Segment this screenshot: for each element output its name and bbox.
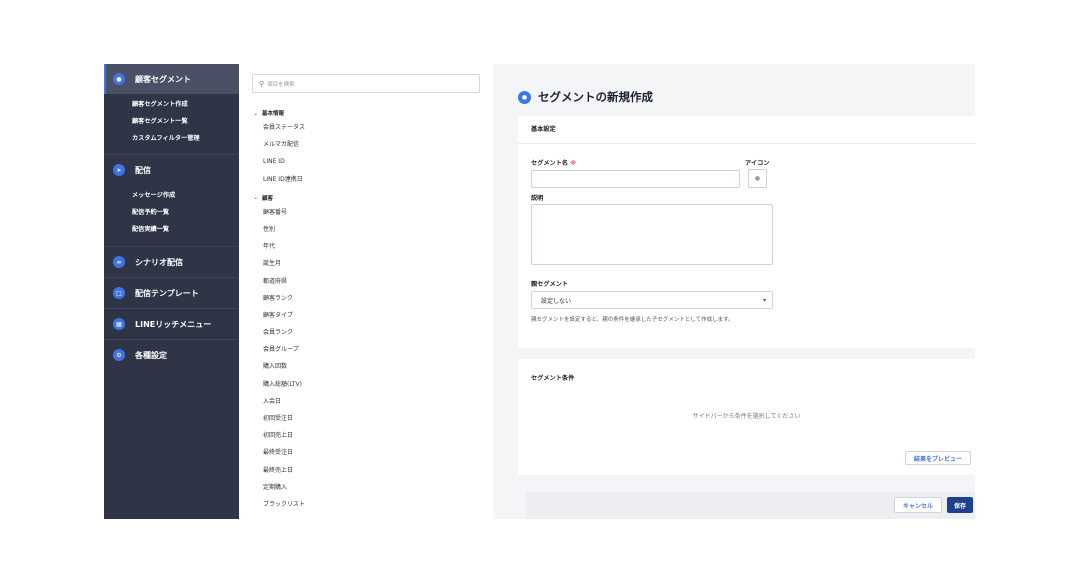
people-icon: ●	[518, 90, 531, 104]
parent-segment-select[interactable]: 設定しない ▾	[531, 291, 773, 309]
form-footer: キャンセル 保存	[526, 492, 975, 519]
field-item[interactable]: 最終売上日	[239, 462, 493, 479]
parent-segment-value: 設定しない	[541, 297, 572, 305]
basic-settings-card: 基本設定 セグメント名 ※ アイコン ● 説明 親セグメント 設定しない ▾ 親セ…	[518, 116, 975, 348]
required-mark: ※	[570, 160, 577, 167]
icon-label: アイコン	[745, 160, 770, 167]
field-item[interactable]: 年代	[239, 238, 493, 255]
nav-scenario-label: シナリオ配信	[135, 257, 183, 267]
people-icon: ●	[754, 175, 761, 182]
nav-group-segments: ● 顧客セグメント 顧客セグメント作成 顧客セグメント一覧 カスタムフィルター管…	[104, 64, 239, 155]
nav-group-scenario: ∞ シナリオ配信	[104, 247, 239, 278]
segment-conditions-heading: セグメント条件	[531, 375, 575, 382]
field-item[interactable]: ブラックリスト	[239, 496, 493, 513]
field-list: ⌄ 基本情報 会員ステータス メルマガ配信 LINE ID LINE ID連携日…	[239, 105, 493, 513]
chevron-down-icon: ▾	[762, 296, 766, 304]
nav-group-templates: □ 配信テンプレート	[104, 278, 239, 309]
gear-icon: ⚙	[113, 349, 125, 361]
nav-group-settings: ⚙ 各種設定	[104, 340, 239, 370]
field-item[interactable]: 最終受注日	[239, 444, 493, 461]
send-icon: ➤	[113, 164, 125, 176]
nav-item-segment-list[interactable]: 顧客セグメント一覧	[104, 113, 239, 130]
chevron-down-icon: ⌄	[253, 109, 259, 117]
description-textarea[interactable]	[531, 204, 773, 265]
category-basic[interactable]: ⌄ 基本情報	[239, 107, 493, 119]
segment-name-label-text: セグメント名	[531, 160, 569, 167]
nav-group-richmenu: ▦ LINEリッチメニュー	[104, 309, 239, 340]
description-label: 説明	[531, 195, 544, 202]
field-item[interactable]: LINE ID	[239, 153, 493, 170]
parent-segment-help: 親セグメントを設定すると、親の条件を継承した子セグメントとして作成します。	[531, 317, 734, 323]
field-item[interactable]: 初回売上日	[239, 427, 493, 444]
nav-settings-label: 各種設定	[135, 350, 167, 360]
nav-richmenu[interactable]: ▦ LINEリッチメニュー	[104, 309, 239, 339]
field-search-input[interactable]: ⚲ 項目を検索	[252, 74, 480, 93]
field-item[interactable]: 定期購入	[239, 479, 493, 496]
sidebar: ● 顧客セグメント 顧客セグメント作成 顧客セグメント一覧 カスタムフィルター管…	[104, 64, 239, 519]
field-item[interactable]: 誕生月	[239, 255, 493, 272]
field-item[interactable]: 入会日	[239, 393, 493, 410]
nav-templates-label: 配信テンプレート	[135, 288, 199, 298]
field-item[interactable]: 初回受注日	[239, 410, 493, 427]
main-content: ● セグメントの新規作成 基本設定 セグメント名 ※ アイコン ● 説明 親セグメ…	[493, 64, 975, 519]
nav-templates[interactable]: □ 配信テンプレート	[104, 278, 239, 308]
field-item[interactable]: 会員ランク	[239, 324, 493, 341]
field-item[interactable]: 性別	[239, 221, 493, 238]
nav-segments[interactable]: ● 顧客セグメント	[104, 64, 239, 94]
segment-conditions-card: セグメント条件 サイドバーから条件を選択してください 結果をプレビュー	[518, 359, 975, 475]
field-item[interactable]: 顧客ランク	[239, 290, 493, 307]
nav-item-custom-filter[interactable]: カスタムフィルター管理	[104, 130, 239, 147]
basic-settings-heading: 基本設定	[518, 116, 975, 144]
field-item[interactable]: 購入総額(LTV)	[239, 376, 493, 393]
page-title-text: セグメントの新規作成	[538, 90, 653, 104]
field-item[interactable]: 顧客タイプ	[239, 307, 493, 324]
category-label: 顧客	[262, 195, 274, 202]
nav-item-create-message[interactable]: メッセージ作成	[104, 187, 239, 204]
field-item[interactable]: メルマガ配信	[239, 136, 493, 153]
nav-delivery[interactable]: ➤ 配信	[104, 155, 239, 185]
grid-icon: ▦	[113, 318, 125, 330]
nav-item-delivery-results[interactable]: 配信実績一覧	[104, 221, 239, 238]
field-item[interactable]: 会員ステータス	[239, 119, 493, 136]
nav-settings[interactable]: ⚙ 各種設定	[104, 340, 239, 370]
nav-item-create-segment[interactable]: 顧客セグメント作成	[104, 96, 239, 113]
segment-name-input[interactable]	[531, 170, 740, 188]
field-item[interactable]: LINE ID連携日	[239, 171, 493, 188]
conditions-empty-message: サイドバーから条件を選択してください	[692, 413, 801, 420]
document-icon: □	[113, 287, 125, 299]
preview-results-button[interactable]: 結果をプレビュー	[905, 451, 971, 465]
field-item[interactable]: 顧客番号	[239, 204, 493, 221]
nav-group-delivery: ➤ 配信 メッセージ作成 配信予約一覧 配信実績一覧	[104, 155, 239, 247]
nav-segments-label: 顧客セグメント	[135, 74, 191, 84]
save-button[interactable]: 保存	[947, 497, 973, 513]
chevron-down-icon: ⌄	[253, 194, 259, 202]
nav-item-scheduled-list[interactable]: 配信予約一覧	[104, 204, 239, 221]
scenario-icon: ∞	[113, 256, 125, 268]
people-icon: ●	[113, 73, 125, 85]
field-panel: ⚲ 項目を検索 ⌄ 基本情報 会員ステータス メルマガ配信 LINE ID LI…	[239, 64, 493, 519]
page-title: ● セグメントの新規作成	[518, 89, 653, 105]
field-item[interactable]: 都道府県	[239, 273, 493, 290]
nav-richmenu-label: LINEリッチメニュー	[135, 319, 212, 329]
cancel-button[interactable]: キャンセル	[894, 497, 942, 513]
app-frame: ● 顧客セグメント 顧客セグメント作成 顧客セグメント一覧 カスタムフィルター管…	[104, 64, 975, 519]
segment-name-label: セグメント名 ※	[531, 158, 576, 167]
icon-picker[interactable]: ●	[748, 169, 767, 188]
field-item[interactable]: 会員グループ	[239, 341, 493, 358]
search-placeholder: 項目を検索	[267, 81, 295, 88]
category-label: 基本情報	[262, 111, 285, 117]
category-customer[interactable]: ⌄ 顧客	[239, 192, 493, 204]
field-item[interactable]: 購入回数	[239, 358, 493, 375]
parent-segment-label: 親セグメント	[531, 281, 569, 288]
nav-delivery-label: 配信	[135, 165, 151, 175]
nav-scenario[interactable]: ∞ シナリオ配信	[104, 247, 239, 277]
search-icon: ⚲	[259, 79, 265, 88]
